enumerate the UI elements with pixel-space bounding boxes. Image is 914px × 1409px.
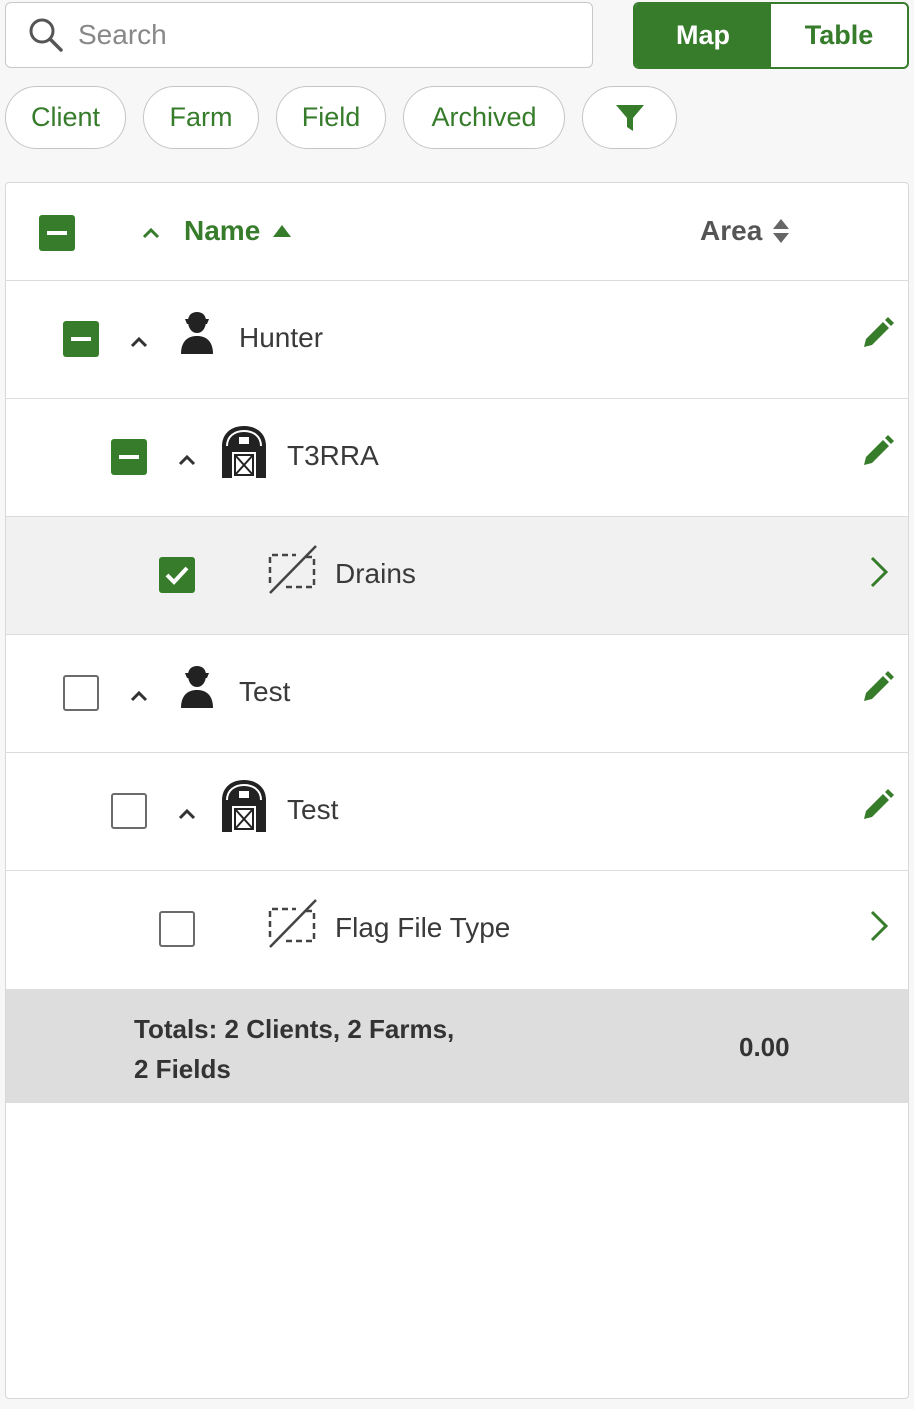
caret-up-icon (178, 454, 196, 466)
person-icon (181, 312, 213, 354)
farm-chip[interactable]: Farm (143, 86, 259, 149)
collapse-toggle[interactable] (178, 800, 196, 826)
view-toggle: Map Table (633, 2, 909, 69)
area-column-header[interactable]: Area (700, 215, 790, 247)
caret-up-icon (130, 336, 148, 348)
row-checkbox[interactable] (63, 321, 99, 357)
caret-up-icon (142, 227, 160, 239)
field-boundary-icon (268, 899, 317, 948)
totals-line-2: 2 Fields (134, 1054, 231, 1084)
search-icon (29, 18, 63, 52)
tree-row-farm[interactable]: Test (6, 753, 908, 871)
totals-line-1: Totals: 2 Clients, 2 Farms, (134, 1014, 455, 1044)
field-chip[interactable]: Field (276, 86, 386, 149)
pencil-icon[interactable] (860, 317, 894, 351)
search-box[interactable] (5, 2, 593, 68)
table-view-button[interactable]: Table (771, 4, 907, 67)
map-view-button[interactable]: Map (635, 4, 771, 67)
chevron-right-icon[interactable] (868, 555, 890, 589)
pencil-icon[interactable] (860, 435, 894, 469)
row-checkbox[interactable] (159, 557, 195, 593)
totals-row: Totals: 2 Clients, 2 Farms, 2 Fields 0.0… (6, 989, 908, 1103)
collapse-toggle[interactable] (178, 446, 196, 472)
client-chip[interactable]: Client (5, 86, 126, 149)
row-label: Test (287, 794, 339, 825)
caret-up-icon (130, 690, 148, 702)
totals-area: 0.00 (739, 1032, 790, 1062)
field-boundary-icon (268, 545, 317, 594)
row-label: Drains (335, 558, 416, 589)
filter-chips: Client Farm Field Archived (5, 86, 677, 149)
chevron-right-icon[interactable] (868, 909, 890, 943)
tree-row-client[interactable]: Hunter (6, 281, 908, 399)
select-all-checkbox[interactable] (39, 215, 75, 251)
pencil-icon[interactable] (860, 789, 894, 823)
row-label: T3RRA (287, 440, 379, 471)
row-checkbox[interactable] (111, 793, 147, 829)
check-icon (165, 566, 189, 585)
tree-row-field[interactable]: Drains (6, 517, 908, 635)
row-checkbox[interactable] (111, 439, 147, 475)
search-input[interactable] (78, 19, 558, 51)
row-checkbox[interactable] (63, 675, 99, 711)
caret-up-icon (178, 808, 196, 820)
filter-button[interactable] (582, 86, 677, 149)
filter-icon (615, 104, 644, 131)
tree-row-farm[interactable]: T3RRA (6, 399, 908, 517)
collapse-all-toggle[interactable] (142, 219, 160, 245)
name-header-label: Name (184, 215, 261, 246)
collapse-toggle[interactable] (130, 682, 148, 708)
row-label: Hunter (239, 322, 324, 353)
row-checkbox[interactable] (159, 911, 195, 947)
archived-chip[interactable]: Archived (403, 86, 565, 149)
field-tree-panel: Name Area Hunter T3RRA Drains Test Test … (5, 182, 909, 1399)
barn-icon (222, 780, 266, 832)
person-icon (181, 666, 213, 708)
table-header: Name Area (6, 183, 908, 281)
tree-row-field[interactable]: Flag File Type (6, 871, 908, 989)
sort-icon (773, 219, 790, 243)
pencil-icon[interactable] (860, 671, 894, 705)
tree-row-client[interactable]: Test (6, 635, 908, 753)
collapse-toggle[interactable] (130, 328, 148, 354)
sort-asc-icon (273, 225, 292, 237)
row-label: Test (239, 676, 291, 707)
totals-label: Totals: 2 Clients, 2 Farms, 2 Fields (134, 1009, 454, 1089)
area-header-label: Area (700, 215, 763, 246)
row-label: Flag File Type (335, 912, 511, 943)
barn-icon (222, 426, 266, 478)
name-column-header[interactable]: Name (184, 215, 292, 247)
